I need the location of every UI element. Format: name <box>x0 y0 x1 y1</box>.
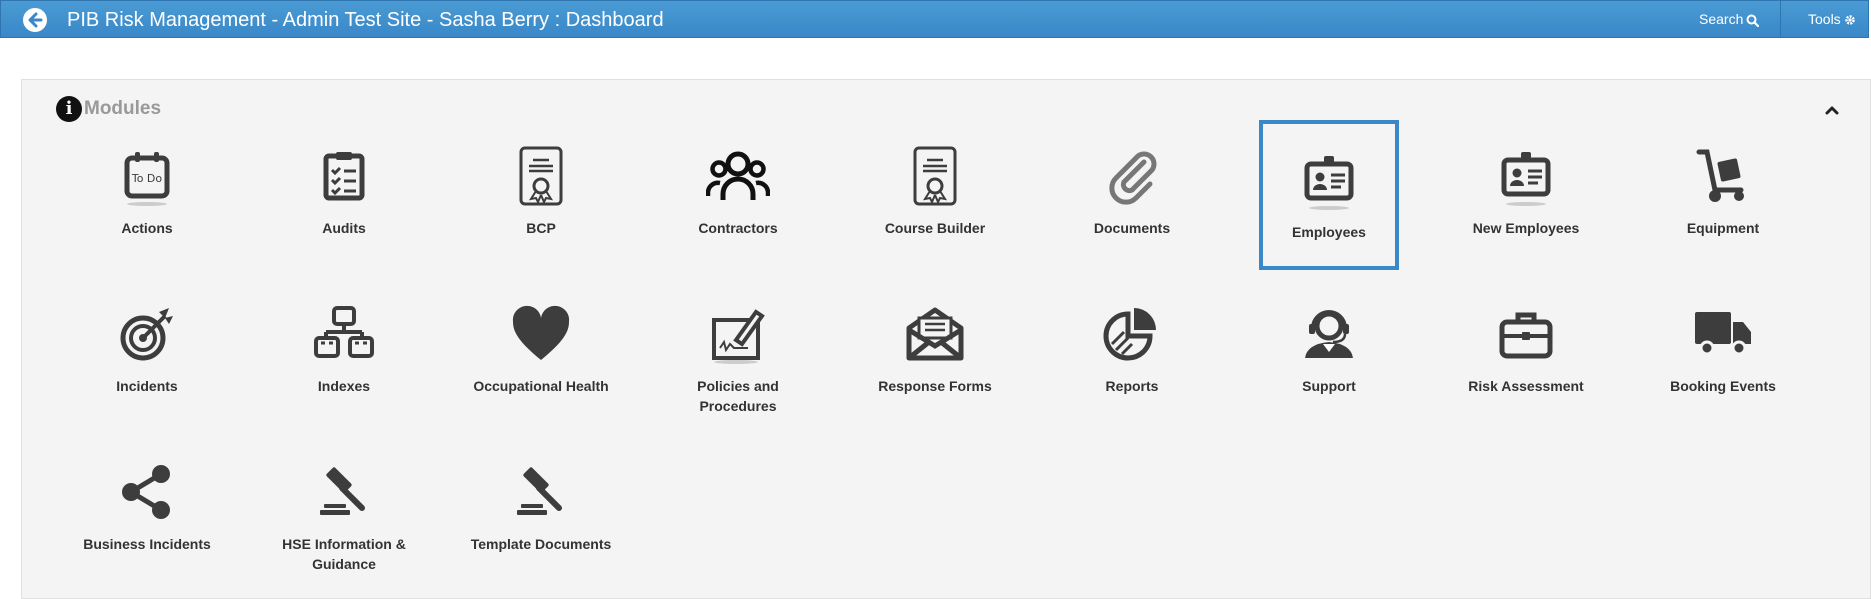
gavel-icon <box>517 467 562 515</box>
module-label: Response Forms <box>878 378 992 394</box>
module-tile-employees[interactable]: Employees <box>1259 120 1399 270</box>
tools-label: Tools <box>1808 11 1841 27</box>
id-badge-icon <box>1501 152 1551 206</box>
truck-icon <box>1695 312 1751 356</box>
sitemap-icon <box>314 306 374 358</box>
module-tile-risk-assessment[interactable]: Risk Assessment <box>1456 278 1596 428</box>
arrow-left-icon <box>28 12 43 28</box>
module-tile-business-incidents[interactable]: Business Incidents <box>77 436 217 586</box>
envelope-open-icon <box>906 307 964 361</box>
module-tile-incidents[interactable]: Incidents <box>77 278 217 428</box>
module-tile-policies-and-procedures[interactable]: Policies and Procedures <box>668 278 808 428</box>
headset-agent-icon <box>1305 310 1353 358</box>
module-label: BCP <box>526 220 556 236</box>
module-label: Occupational Health <box>473 378 609 394</box>
gear-icon <box>1844 15 1855 26</box>
module-label: Business Incidents <box>83 536 211 552</box>
module-tile-equipment[interactable]: Equipment <box>1653 120 1793 270</box>
chevron-up-icon <box>1825 106 1839 115</box>
target-icon <box>120 308 173 361</box>
module-tile-hse-information-and-guidance[interactable]: HSE Information & Guidance <box>274 436 414 586</box>
search-button[interactable]: Search <box>1699 1 1760 37</box>
share-icon <box>122 465 170 519</box>
certificate-icon <box>913 146 957 206</box>
module-tile-audits[interactable]: Audits <box>274 120 414 270</box>
module-label: Booking Events <box>1670 378 1776 394</box>
modules-panel: i Modules To Do Actions Audits BCP Contracto… <box>21 79 1871 599</box>
search-icon <box>1746 14 1760 27</box>
module-tile-support[interactable]: Support <box>1259 278 1399 428</box>
module-label: Contractors <box>698 220 778 236</box>
module-tile-contractors[interactable]: Contractors <box>668 120 808 270</box>
heart-icon <box>512 305 570 360</box>
module-label: HSE Information & Guidance <box>282 536 406 572</box>
module-label: Audits <box>322 220 366 236</box>
pie-chart-icon <box>1103 308 1156 361</box>
signature-pen-icon <box>712 309 765 364</box>
module-label: Documents <box>1093 220 1171 236</box>
module-label: Actions <box>121 220 173 236</box>
id-badge-icon <box>1304 156 1354 210</box>
module-tile-actions[interactable]: To Do Actions <box>77 120 217 270</box>
module-label: Template Documents <box>470 536 612 552</box>
module-label: Employees <box>1292 224 1366 240</box>
gavel-icon <box>320 467 365 515</box>
svg-text:To Do: To Do <box>131 172 163 185</box>
briefcase-icon <box>1499 312 1553 359</box>
panel-title: Modules <box>84 98 162 119</box>
module-tile-response-forms[interactable]: Response Forms <box>865 278 1005 428</box>
module-label: Reports <box>1105 378 1159 394</box>
back-button[interactable] <box>23 8 47 32</box>
certificate-icon <box>519 146 563 206</box>
people-group-icon <box>706 151 770 200</box>
tools-button[interactable]: Tools <box>1808 1 1856 37</box>
collapse-button[interactable] <box>1824 102 1840 118</box>
module-tile-indexes[interactable]: Indexes <box>274 278 414 428</box>
info-icon: i <box>56 96 82 122</box>
module-tile-occupational-health[interactable]: Occupational Health <box>471 278 611 428</box>
module-label: Support <box>1302 378 1356 394</box>
paperclip-icon <box>1109 151 1157 205</box>
module-tile-new-employees[interactable]: New Employees <box>1456 120 1596 270</box>
module-label: Indexes <box>317 378 371 394</box>
module-label: Equipment <box>1686 220 1760 236</box>
todo-calendar-icon: To Do <box>124 152 170 206</box>
module-tile-template-documents[interactable]: Template Documents <box>471 436 611 586</box>
module-label: Course Builder <box>884 220 986 236</box>
module-tile-reports[interactable]: Reports <box>1062 278 1202 428</box>
module-label: New Employees <box>1472 220 1580 236</box>
nav-divider <box>1780 1 1781 37</box>
module-tile-documents[interactable]: Documents <box>1062 120 1202 270</box>
module-label: Policies and Procedures <box>697 378 779 414</box>
clipboard-checklist-icon <box>323 152 365 201</box>
hand-truck-icon <box>1696 149 1744 202</box>
module-tile-booking-events[interactable]: Booking Events <box>1653 278 1793 428</box>
module-tile-bcp[interactable]: BCP <box>471 120 611 270</box>
module-label: Incidents <box>116 378 178 394</box>
module-tile-course-builder[interactable]: Course Builder <box>865 120 1005 270</box>
module-label: Risk Assessment <box>1468 378 1584 394</box>
page-title: PIB Risk Management - Admin Test Site - … <box>67 9 664 31</box>
top-navbar: PIB Risk Management - Admin Test Site - … <box>0 0 1869 38</box>
search-label: Search <box>1699 11 1744 27</box>
